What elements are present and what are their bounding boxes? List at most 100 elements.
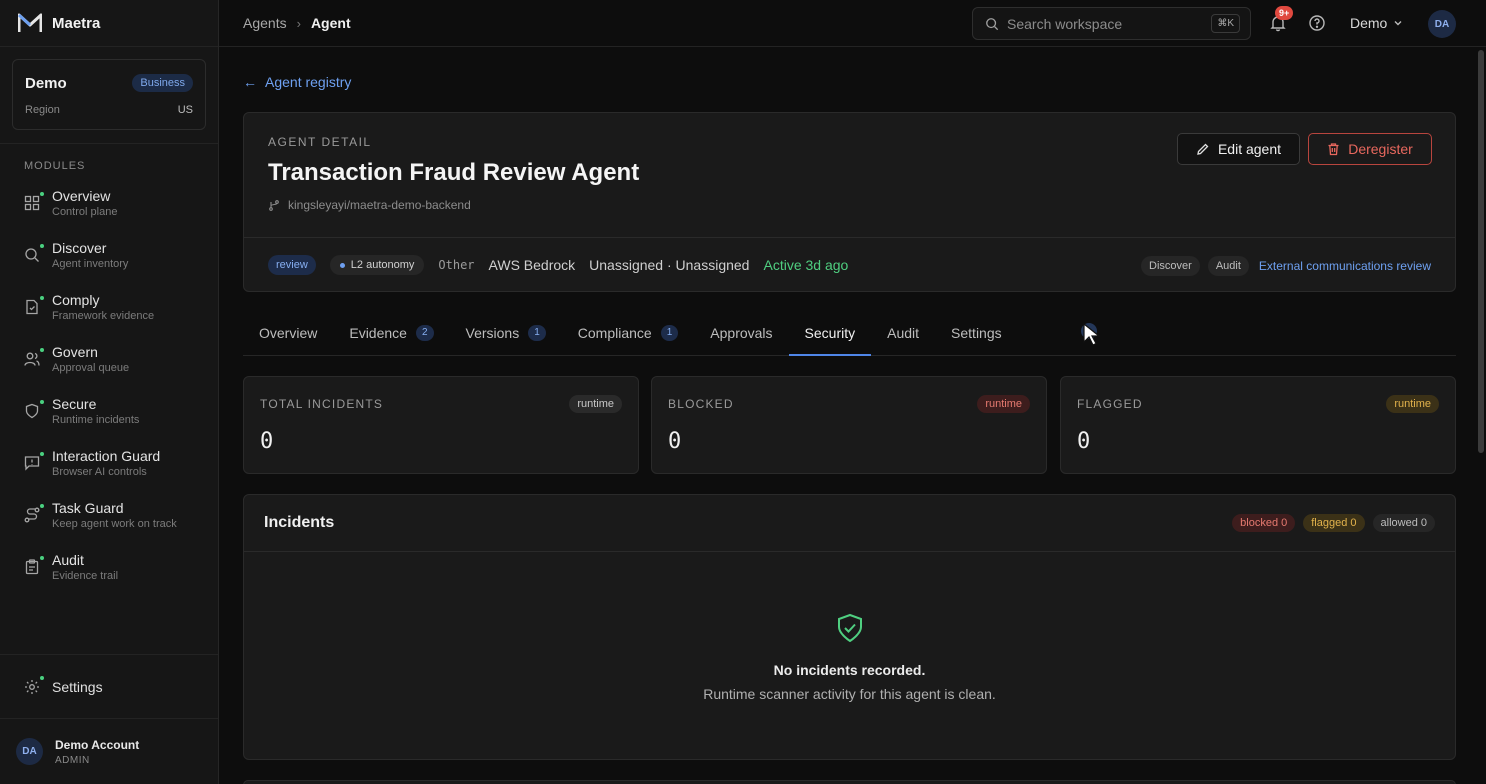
deregister-button[interactable]: Deregister xyxy=(1308,133,1432,165)
sidebar-nav: Overview Control plane Discover Agent inve… xyxy=(0,188,218,604)
notification-badge: 9+ xyxy=(1275,6,1294,20)
tab-approvals[interactable]: Approvals xyxy=(694,311,788,355)
status-badge: review xyxy=(268,255,316,275)
workspace-name: Demo xyxy=(25,74,67,92)
back-link-label: Agent registry xyxy=(265,74,352,90)
scrollbar[interactable] xyxy=(1478,50,1484,453)
nav-sub: Keep agent work on track xyxy=(52,518,177,530)
settings-label: Settings xyxy=(52,678,103,695)
message-alert-icon xyxy=(24,452,44,471)
brand[interactable]: Maetra xyxy=(0,0,218,47)
nav-title: Task Guard xyxy=(52,500,124,516)
sidebar-item-task-guard[interactable]: Task Guard Keep agent work on track xyxy=(0,500,218,552)
users-icon xyxy=(24,348,44,367)
stat-badge: runtime xyxy=(569,395,622,413)
sidebar-item-settings[interactable]: Settings xyxy=(0,654,218,718)
sidebar-item-govern[interactable]: Govern Approval queue xyxy=(0,344,218,396)
tab-settings[interactable]: Settings xyxy=(935,311,1018,355)
user-avatar[interactable]: DA xyxy=(1428,10,1456,38)
nav-title: Interaction Guard xyxy=(52,448,161,464)
nav-sub: Control plane xyxy=(52,206,118,218)
shortcut-hint: ⌘K xyxy=(1211,14,1240,33)
tab-label: Security xyxy=(804,325,856,341)
agent-tabs: Overview Evidence 2 Versions 1 Compliance 1… xyxy=(243,311,1456,356)
agent-tags: Discover Audit External communications r… xyxy=(1141,256,1431,276)
document-icon xyxy=(24,296,44,315)
stat-label: TOTAL INCIDENTS xyxy=(260,397,384,411)
nav-sub: Framework evidence xyxy=(52,310,155,322)
agent-meta-row: review L2 autonomy Other AWS Bedrock Una… xyxy=(244,237,1455,292)
tab-compliance[interactable]: Compliance 1 xyxy=(562,311,695,355)
tab-versions[interactable]: Versions 1 xyxy=(450,311,562,355)
nav-title: Govern xyxy=(52,344,98,360)
tab-label: Compliance xyxy=(577,325,652,341)
repo-link[interactable]: kingsleyayi/maetra-demo-backend xyxy=(268,198,471,212)
nav-sub: Browser AI controls xyxy=(52,466,147,478)
shield-icon xyxy=(24,400,44,419)
edit-agent-button[interactable]: Edit agent xyxy=(1177,133,1300,165)
help-icon[interactable] xyxy=(1308,14,1326,32)
filter-blocked[interactable]: blocked 0 xyxy=(1232,514,1296,532)
tag-audit[interactable]: Audit xyxy=(1207,256,1249,276)
nav-sub: Approval queue xyxy=(52,362,130,374)
sidebar-item-comply[interactable]: Comply Framework evidence xyxy=(0,292,218,344)
breadcrumb-agents[interactable]: Agents xyxy=(243,15,287,31)
workspace-switcher[interactable]: Demo xyxy=(1350,15,1403,31)
filter-flagged[interactable]: flagged 0 xyxy=(1303,514,1365,532)
stat-label: FLAGGED xyxy=(1077,397,1143,411)
tab-label: Overview xyxy=(259,325,318,341)
search-box[interactable]: ⌘K xyxy=(972,7,1251,40)
tab-overview[interactable]: Overview xyxy=(243,311,333,355)
incidents-panel: Incidents blocked 0 flagged 0 allowed 0 … xyxy=(243,494,1456,760)
avatar: DA xyxy=(16,738,43,765)
agent-detail-card: AGENT DETAIL Transaction Fraud Review Ag… xyxy=(243,112,1456,292)
sidebar-item-overview[interactable]: Overview Control plane xyxy=(0,188,218,240)
next-panel xyxy=(243,780,1456,784)
modules-label: MODULES xyxy=(24,160,86,172)
sidebar-item-interaction-guard[interactable]: Interaction Guard Browser AI controls xyxy=(0,448,218,500)
stat-value: 0 xyxy=(668,429,682,454)
tag-discover[interactable]: Discover xyxy=(1141,256,1200,276)
grid-icon xyxy=(24,192,44,211)
nav-title: Comply xyxy=(52,292,100,308)
provider-label: AWS Bedrock xyxy=(488,257,576,273)
app-root: Maetra Demo Business Region US MODULES O… xyxy=(0,0,1486,784)
main-content: Agents › Agent ⌘K 9+ Demo DA ← Agent reg… xyxy=(219,0,1486,784)
stat-blocked: BLOCKED runtime 0 xyxy=(651,376,1047,474)
stat-badge: runtime xyxy=(977,395,1030,413)
shield-check-icon xyxy=(837,613,862,643)
account-name: Demo Account xyxy=(55,737,140,752)
tab-evidence[interactable]: Evidence 2 xyxy=(333,311,449,355)
nav-title: Audit xyxy=(52,552,84,568)
tab-security[interactable]: Security xyxy=(788,311,872,356)
back-link[interactable]: ← Agent registry xyxy=(243,74,351,90)
plan-badge: Business xyxy=(132,74,193,92)
filter-allowed[interactable]: allowed 0 xyxy=(1372,514,1435,532)
search-input[interactable] xyxy=(1007,15,1207,32)
chevron-right-icon: › xyxy=(296,15,301,31)
tab-count: 2 xyxy=(415,325,434,341)
sidebar-item-audit[interactable]: Audit Evidence trail xyxy=(0,552,218,604)
empty-title: No incidents recorded. xyxy=(773,662,926,678)
nav-title: Secure xyxy=(52,396,97,412)
incidents-header: Incidents blocked 0 flagged 0 allowed 0 xyxy=(244,495,1455,552)
gear-icon xyxy=(24,675,44,695)
repo-name: kingsleyayi/maetra-demo-backend xyxy=(288,198,471,212)
sidebar-item-discover[interactable]: Discover Agent inventory xyxy=(0,240,218,292)
nav-sub: Runtime incidents xyxy=(52,414,140,426)
policy-link[interactable]: External communications review xyxy=(1259,259,1431,273)
app-name: Maetra xyxy=(52,14,101,32)
tab-label: Settings xyxy=(951,325,1002,341)
account-menu[interactable]: DA Demo Account ADMIN xyxy=(0,718,218,784)
sidebar-item-secure[interactable]: Secure Runtime incidents xyxy=(0,396,218,448)
tab-label: Evidence xyxy=(349,325,407,341)
account-role: ADMIN xyxy=(55,754,90,766)
incident-filters: blocked 0 flagged 0 allowed 0 xyxy=(1232,514,1435,532)
empty-state: No incidents recorded. Runtime scanner a… xyxy=(244,613,1455,702)
clipboard-icon xyxy=(24,556,44,575)
route-icon xyxy=(24,504,44,523)
tab-audit[interactable]: Audit xyxy=(871,311,935,355)
tab-label: Audit xyxy=(887,325,920,341)
workspace-card[interactable]: Demo Business Region US xyxy=(12,59,206,130)
topbar: Agents › Agent ⌘K 9+ Demo DA xyxy=(219,0,1486,47)
